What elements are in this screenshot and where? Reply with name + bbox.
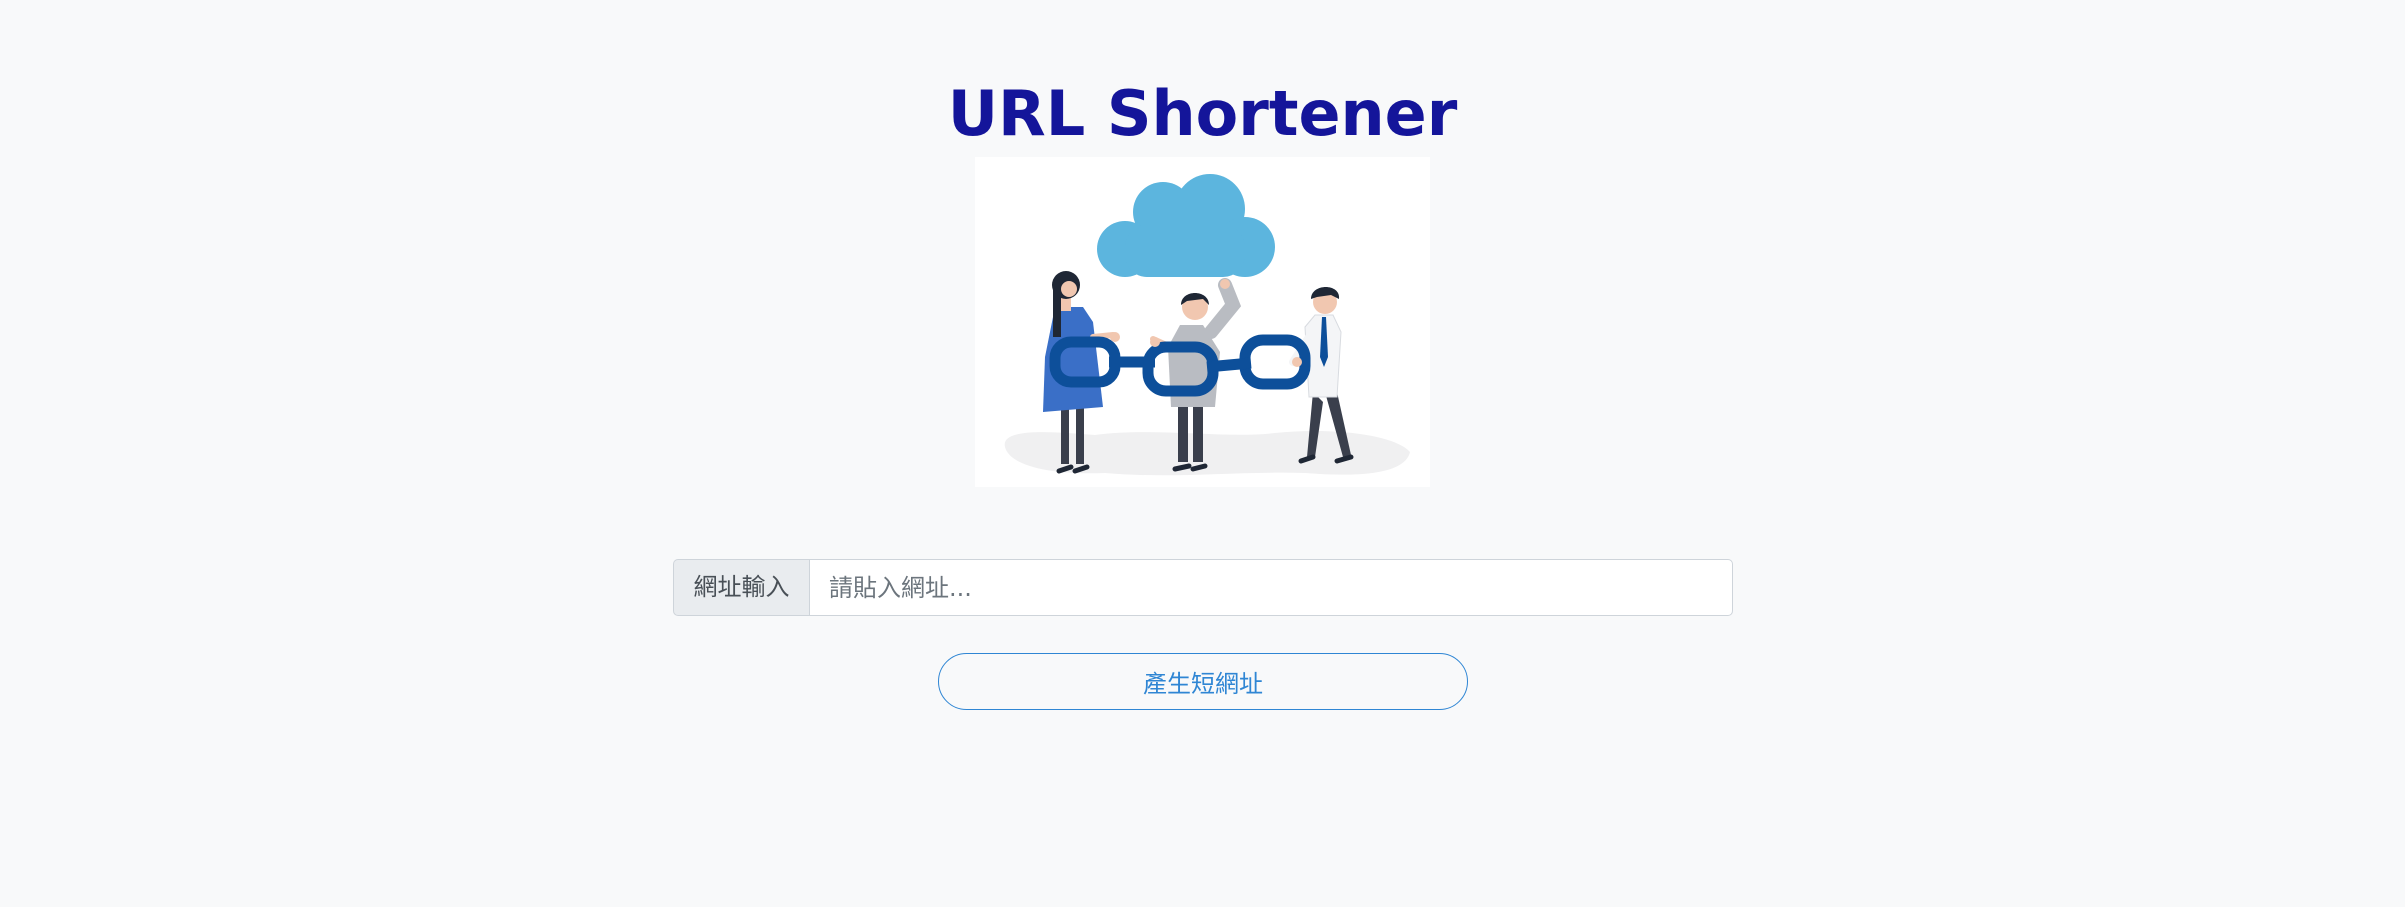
url-input-label: 網址輸入 [673,559,809,616]
page-title: URL Shortener [947,77,1458,150]
url-input[interactable] [809,559,1733,616]
chain-people-illustration [1004,174,1410,476]
cloud-icon [1097,174,1275,277]
generate-short-url-button[interactable]: 產生短網址 [938,653,1468,710]
url-input-group: 網址輸入 [673,559,1733,616]
hero-illustration [975,157,1430,487]
page-container: URL Shortener 網址輸入 請貼入網址... 產生短網址 [0,0,2405,907]
